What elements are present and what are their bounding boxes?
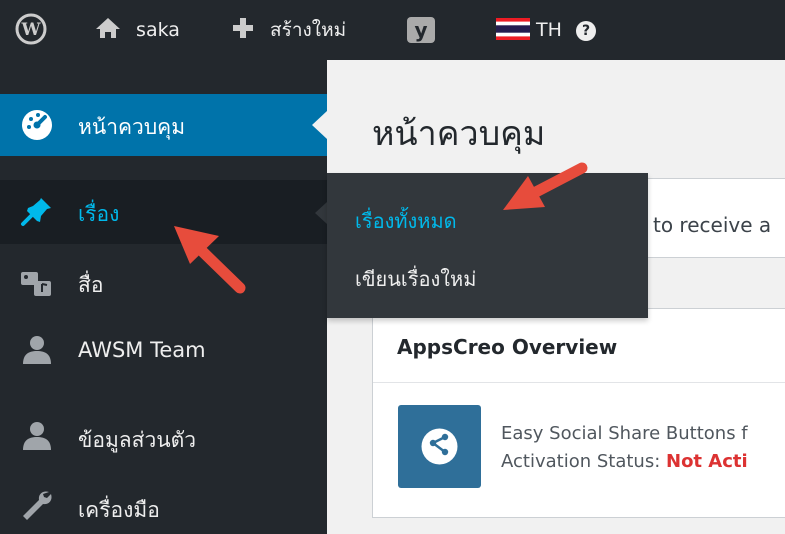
arrow-to-posts xyxy=(174,226,246,294)
annotation-arrows xyxy=(174,162,588,294)
arrow-to-all-posts xyxy=(503,162,588,210)
